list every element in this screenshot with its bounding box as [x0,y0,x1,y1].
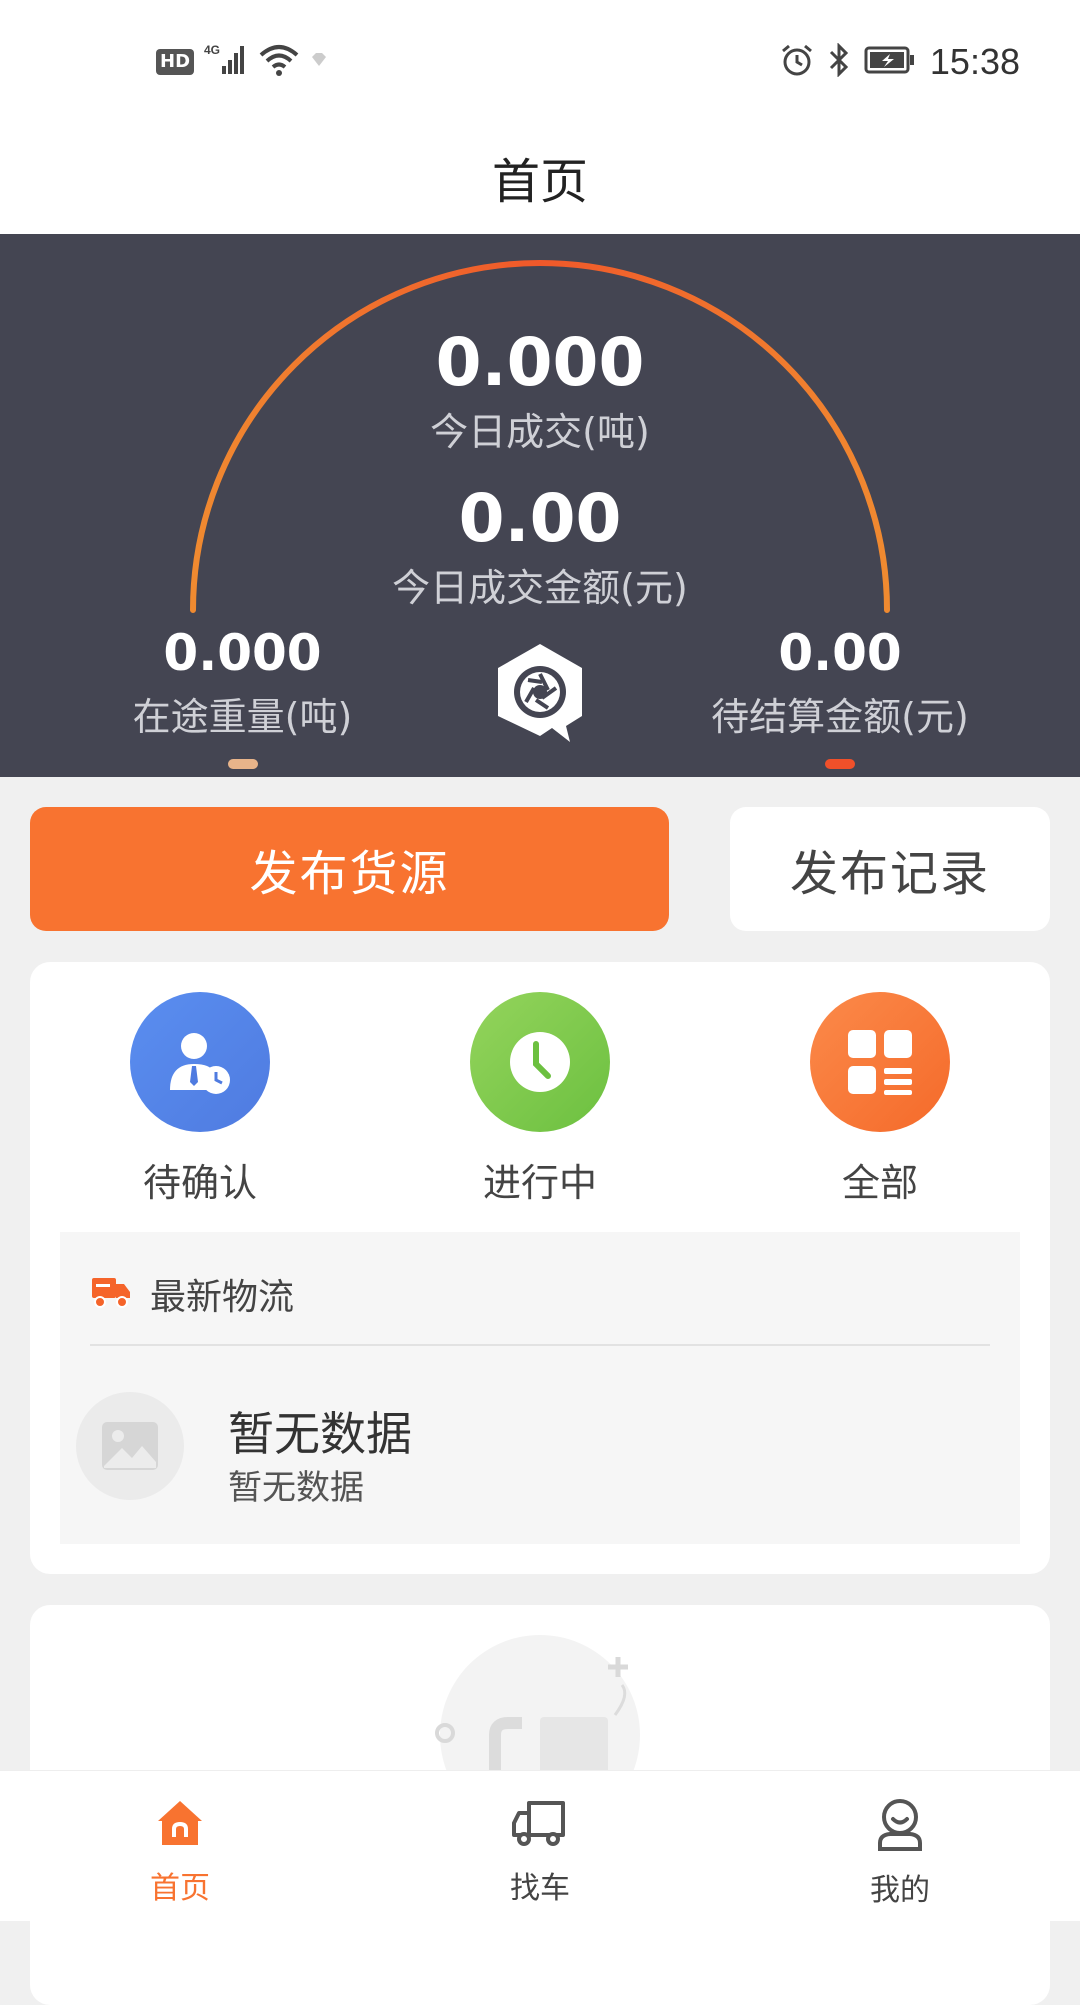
alarm-icon [780,43,814,81]
publish-cargo-button[interactable]: 发布货源 [30,807,669,931]
latest-logistics-title: 最新物流 [150,1277,295,1318]
pending-user-icon [130,992,270,1132]
page-title: 首页 [491,154,588,210]
delivery-truck-icon [90,1274,132,1314]
orders-card: 待确认 进行中 全部 最新物流 暂无数据 暂无数据 [30,962,1050,1574]
status-bar: HD 4G 15:38 [0,0,1080,120]
empty-state-subtitle: 暂无数据 [228,1468,364,1508]
stats-dashboard: 0.000 今日成交(吨) 0.00 今日成交金额(元) 0.000 在途重量(… [0,234,1080,777]
nav-home-label: 首页 [150,1871,210,1906]
pending-settlement-group[interactable]: 0.00 待结算金额(元) [690,624,990,769]
bluetooth-icon [828,42,850,81]
shortcut-in-progress[interactable]: 进行中 [440,992,640,1207]
shortcut-pending-confirm-label: 待确认 [142,1161,257,1205]
in-transit-group[interactable]: 0.000 在途重量(吨) [100,624,385,769]
today-amount-group: 0.00 今日成交金额(元) [0,480,1080,612]
app-header: 首页 [0,120,1080,234]
wifi-icon [258,43,300,81]
pending-settlement-indicator [825,759,855,769]
bottom-navigation: 首页 找车 我的 [0,1770,1080,1921]
truck-icon [511,1801,569,1853]
today-amount-label: 今日成交金额(元) [392,566,688,610]
pending-settlement-value: 0.00 [778,624,902,682]
today-volume-value: 0.000 [435,324,645,401]
nav-profile[interactable]: 我的 [800,1797,1000,1909]
home-icon [154,1801,206,1853]
placeholder-image-icon [76,1392,184,1500]
pending-settlement-label: 待结算金额(元) [711,695,969,739]
svg-text:4G: 4G [204,43,220,57]
signal-icon: 4G [204,42,248,82]
in-transit-label: 在途重量(吨) [132,695,353,739]
grid-list-icon [810,992,950,1132]
nav-profile-label: 我的 [870,1873,930,1908]
nav-home[interactable]: 首页 [80,1797,280,1907]
hd-badge: HD [156,49,195,75]
in-transit-indicator [227,759,258,769]
nav-find-truck[interactable]: 找车 [440,1797,640,1907]
shortcut-all[interactable]: 全部 [780,992,980,1207]
shortcut-in-progress-label: 进行中 [482,1161,597,1205]
shortcut-pending-confirm[interactable]: 待确认 [100,992,300,1207]
in-transit-value: 0.000 [163,624,322,682]
divider [90,1344,990,1346]
publish-record-button[interactable]: 发布记录 [730,807,1050,931]
clock-icon [470,992,610,1132]
today-amount-value: 0.00 [458,480,622,557]
today-volume-label: 今日成交(吨) [430,410,650,454]
battery-icon [864,46,916,78]
empty-state-title: 暂无数据 [228,1407,412,1461]
latest-logistics-header[interactable]: 最新物流 [90,1268,294,1320]
today-volume-group: 0.000 今日成交(吨) [0,324,1080,456]
status-bar-left: HD 4G [156,40,328,84]
clock-time: 15:38 [929,41,1020,82]
diamond-icon [310,52,328,72]
status-bar-right: 15:38 [780,40,1020,84]
nav-find-truck-label: 找车 [510,1871,570,1906]
latest-logistics-panel: 最新物流 暂无数据 暂无数据 [60,1232,1020,1544]
profile-icon [874,1799,926,1855]
camera-shutter-logo-icon [486,638,594,746]
shortcut-all-label: 全部 [841,1161,918,1205]
